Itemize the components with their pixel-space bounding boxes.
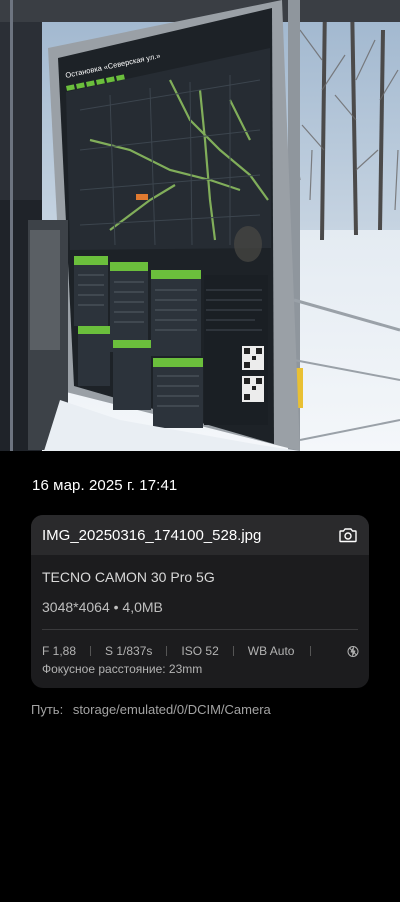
photo-details-card: IMG_20250316_174100_528.jpg TECNO CAMON … [31, 515, 369, 688]
flash-off-icon [346, 643, 360, 659]
aperture-value: F 1,88 [42, 644, 77, 658]
file-name: IMG_20250316_174100_528.jpg [42, 527, 262, 544]
photo-preview[interactable]: Остановка «Северская ул.» [0, 0, 400, 451]
device-model: TECNO CAMON 30 Pro 5G [42, 569, 215, 585]
separator [90, 646, 92, 656]
photo-image: Остановка «Северская ул.» [0, 0, 400, 451]
separator [310, 646, 312, 656]
divider [42, 629, 358, 630]
file-path-value: storage/emulated/0/DCIM/Camera [72, 702, 271, 717]
card-header: IMG_20250316_174100_528.jpg [31, 515, 369, 555]
focal-length: Фокусное расстояние: 23mm [42, 662, 203, 676]
white-balance-value: WB Auto [247, 644, 295, 658]
file-path-label: Путь: [31, 702, 64, 717]
photo-datetime: 16 мар. 2025 г. 17:41 [32, 477, 178, 494]
separator [166, 646, 168, 656]
iso-value: ISO 52 [181, 644, 219, 658]
separator [232, 646, 234, 656]
shutter-value: S 1/837s [105, 644, 153, 658]
camera-icon[interactable] [337, 524, 359, 546]
file-path: Путь: storage/emulated/0/DCIM/Camera [31, 702, 271, 717]
resolution-size: 3048*4064 • 4,0MB [42, 599, 163, 615]
exif-row: F 1,88 S 1/837s ISO 52 WB Auto [42, 643, 360, 659]
